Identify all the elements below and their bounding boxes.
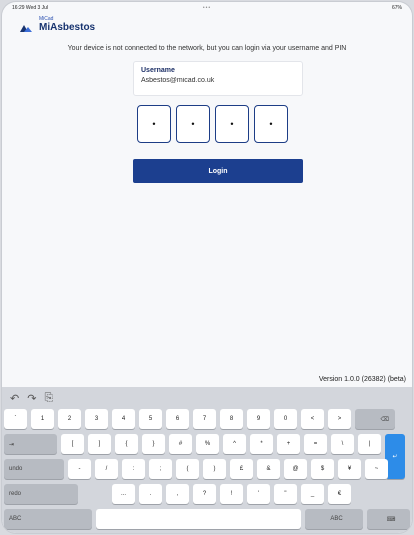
key-ellipsis[interactable]: ... <box>112 484 135 504</box>
key-pound[interactable]: £ <box>230 459 253 479</box>
keyboard-row-4: redo ... . , ? ! ' " _ € <box>2 484 412 504</box>
key-1[interactable]: 1 <box>31 409 54 429</box>
key-open-brace[interactable]: { <box>115 434 138 454</box>
tab-key[interactable]: ⇥ <box>4 434 57 454</box>
keyboard-row-3: undo - / : ; ( ) £ & @ $ ¥ ~ <box>2 459 412 479</box>
key-0[interactable]: 0 <box>274 409 297 429</box>
key-slash[interactable]: / <box>95 459 118 479</box>
abc-key-right[interactable]: ABC <box>305 509 363 529</box>
redo-icon[interactable]: ↷ <box>27 392 36 405</box>
redo-key[interactable]: redo <box>4 484 78 504</box>
pin-entry: • • • • <box>137 105 293 143</box>
key-period[interactable]: . <box>139 484 162 504</box>
ipad-screen: 16:29 Wed 3 Jul ••• 67% MiCad MiAsbestos… <box>2 2 412 533</box>
keyboard-row-2: ⇥ [ ] { } # % ^ * + = \ | ↵ <box>2 434 412 479</box>
status-bar: 16:29 Wed 3 Jul ••• 67% <box>2 2 412 14</box>
key-close-paren[interactable]: ) <box>203 459 226 479</box>
key-plus[interactable]: + <box>277 434 300 454</box>
key-open-bracket[interactable]: [ <box>61 434 84 454</box>
key-question[interactable]: ? <box>193 484 216 504</box>
key-minus[interactable]: - <box>68 459 91 479</box>
undo-key[interactable]: undo <box>4 459 64 479</box>
key-backslash[interactable]: \ <box>331 434 354 454</box>
login-button[interactable]: Login <box>133 159 303 183</box>
username-card: Username <box>133 61 303 96</box>
keyboard-dismiss-icon[interactable]: ⌨ <box>367 509 410 529</box>
key-2[interactable]: 2 <box>58 409 81 429</box>
return-icon[interactable]: ↵ <box>385 434 405 479</box>
key-greater-than[interactable]: > <box>328 409 351 429</box>
key-yen[interactable]: ¥ <box>338 459 361 479</box>
key-ampersand[interactable]: & <box>257 459 280 479</box>
key-apostrophe[interactable]: ' <box>247 484 270 504</box>
key-9[interactable]: 9 <box>247 409 270 429</box>
key-hash[interactable]: # <box>169 434 192 454</box>
version-label: Version 1.0.0 (26382) (beta) <box>318 376 406 383</box>
onscreen-keyboard: ↶ ↷ ⎘ ` 1 2 3 4 5 6 7 8 9 0 < > ⌫ ⇥ [ ] … <box>2 387 412 533</box>
pin-digit-3[interactable]: • <box>215 105 249 143</box>
space-bar[interactable] <box>96 509 301 529</box>
username-input[interactable] <box>141 77 295 84</box>
key-8[interactable]: 8 <box>220 409 243 429</box>
app-logo: MiCad MiAsbestos <box>20 17 95 33</box>
brand-title: MiAsbestos <box>39 22 96 33</box>
backspace-icon[interactable]: ⌫ <box>355 409 395 429</box>
pin-digit-2[interactable]: • <box>176 105 210 143</box>
key-less-than[interactable]: < <box>301 409 324 429</box>
key-dollar[interactable]: $ <box>311 459 334 479</box>
key-underscore[interactable]: _ <box>301 484 324 504</box>
key-equals[interactable]: = <box>304 434 327 454</box>
key-percent[interactable]: % <box>196 434 219 454</box>
key-at[interactable]: @ <box>284 459 307 479</box>
mountain-logo-icon <box>20 25 32 32</box>
key-open-paren[interactable]: ( <box>176 459 199 479</box>
pin-digit-1[interactable]: • <box>137 105 171 143</box>
keyboard-toolbar: ↶ ↷ ⎘ <box>2 387 412 409</box>
offline-message: Your device is not connected to the netw… <box>67 45 347 52</box>
battery-indicator: 67% <box>391 5 402 11</box>
key-7[interactable]: 7 <box>193 409 216 429</box>
key-backtick[interactable]: ` <box>4 409 27 429</box>
keyboard-row-1: ` 1 2 3 4 5 6 7 8 9 0 < > ⌫ <box>2 409 412 429</box>
paste-icon[interactable]: ⎘ <box>44 392 53 405</box>
abc-key-left[interactable]: ABC <box>4 509 92 529</box>
key-quote[interactable]: " <box>274 484 297 504</box>
key-colon[interactable]: : <box>122 459 145 479</box>
key-4[interactable]: 4 <box>112 409 135 429</box>
username-label: Username <box>141 67 175 74</box>
key-caret[interactable]: ^ <box>223 434 246 454</box>
key-semicolon[interactable]: ; <box>149 459 172 479</box>
key-asterisk[interactable]: * <box>250 434 273 454</box>
key-5[interactable]: 5 <box>139 409 162 429</box>
key-close-bracket[interactable]: ] <box>88 434 111 454</box>
key-euro[interactable]: € <box>328 484 351 504</box>
undo-icon[interactable]: ↶ <box>10 392 19 405</box>
keyboard-row-5: ABC ABC ⌨ <box>2 509 412 529</box>
key-comma[interactable]: , <box>166 484 189 504</box>
key-pipe[interactable]: | <box>358 434 381 454</box>
key-3[interactable]: 3 <box>85 409 108 429</box>
key-tilde[interactable]: ~ <box>365 459 388 479</box>
pin-digit-4[interactable]: • <box>254 105 288 143</box>
status-time: 16:29 Wed 3 Jul <box>12 5 49 11</box>
multitask-dots: ••• <box>202 5 212 11</box>
key-6[interactable]: 6 <box>166 409 189 429</box>
key-close-brace[interactable]: } <box>142 434 165 454</box>
key-exclamation[interactable]: ! <box>220 484 243 504</box>
